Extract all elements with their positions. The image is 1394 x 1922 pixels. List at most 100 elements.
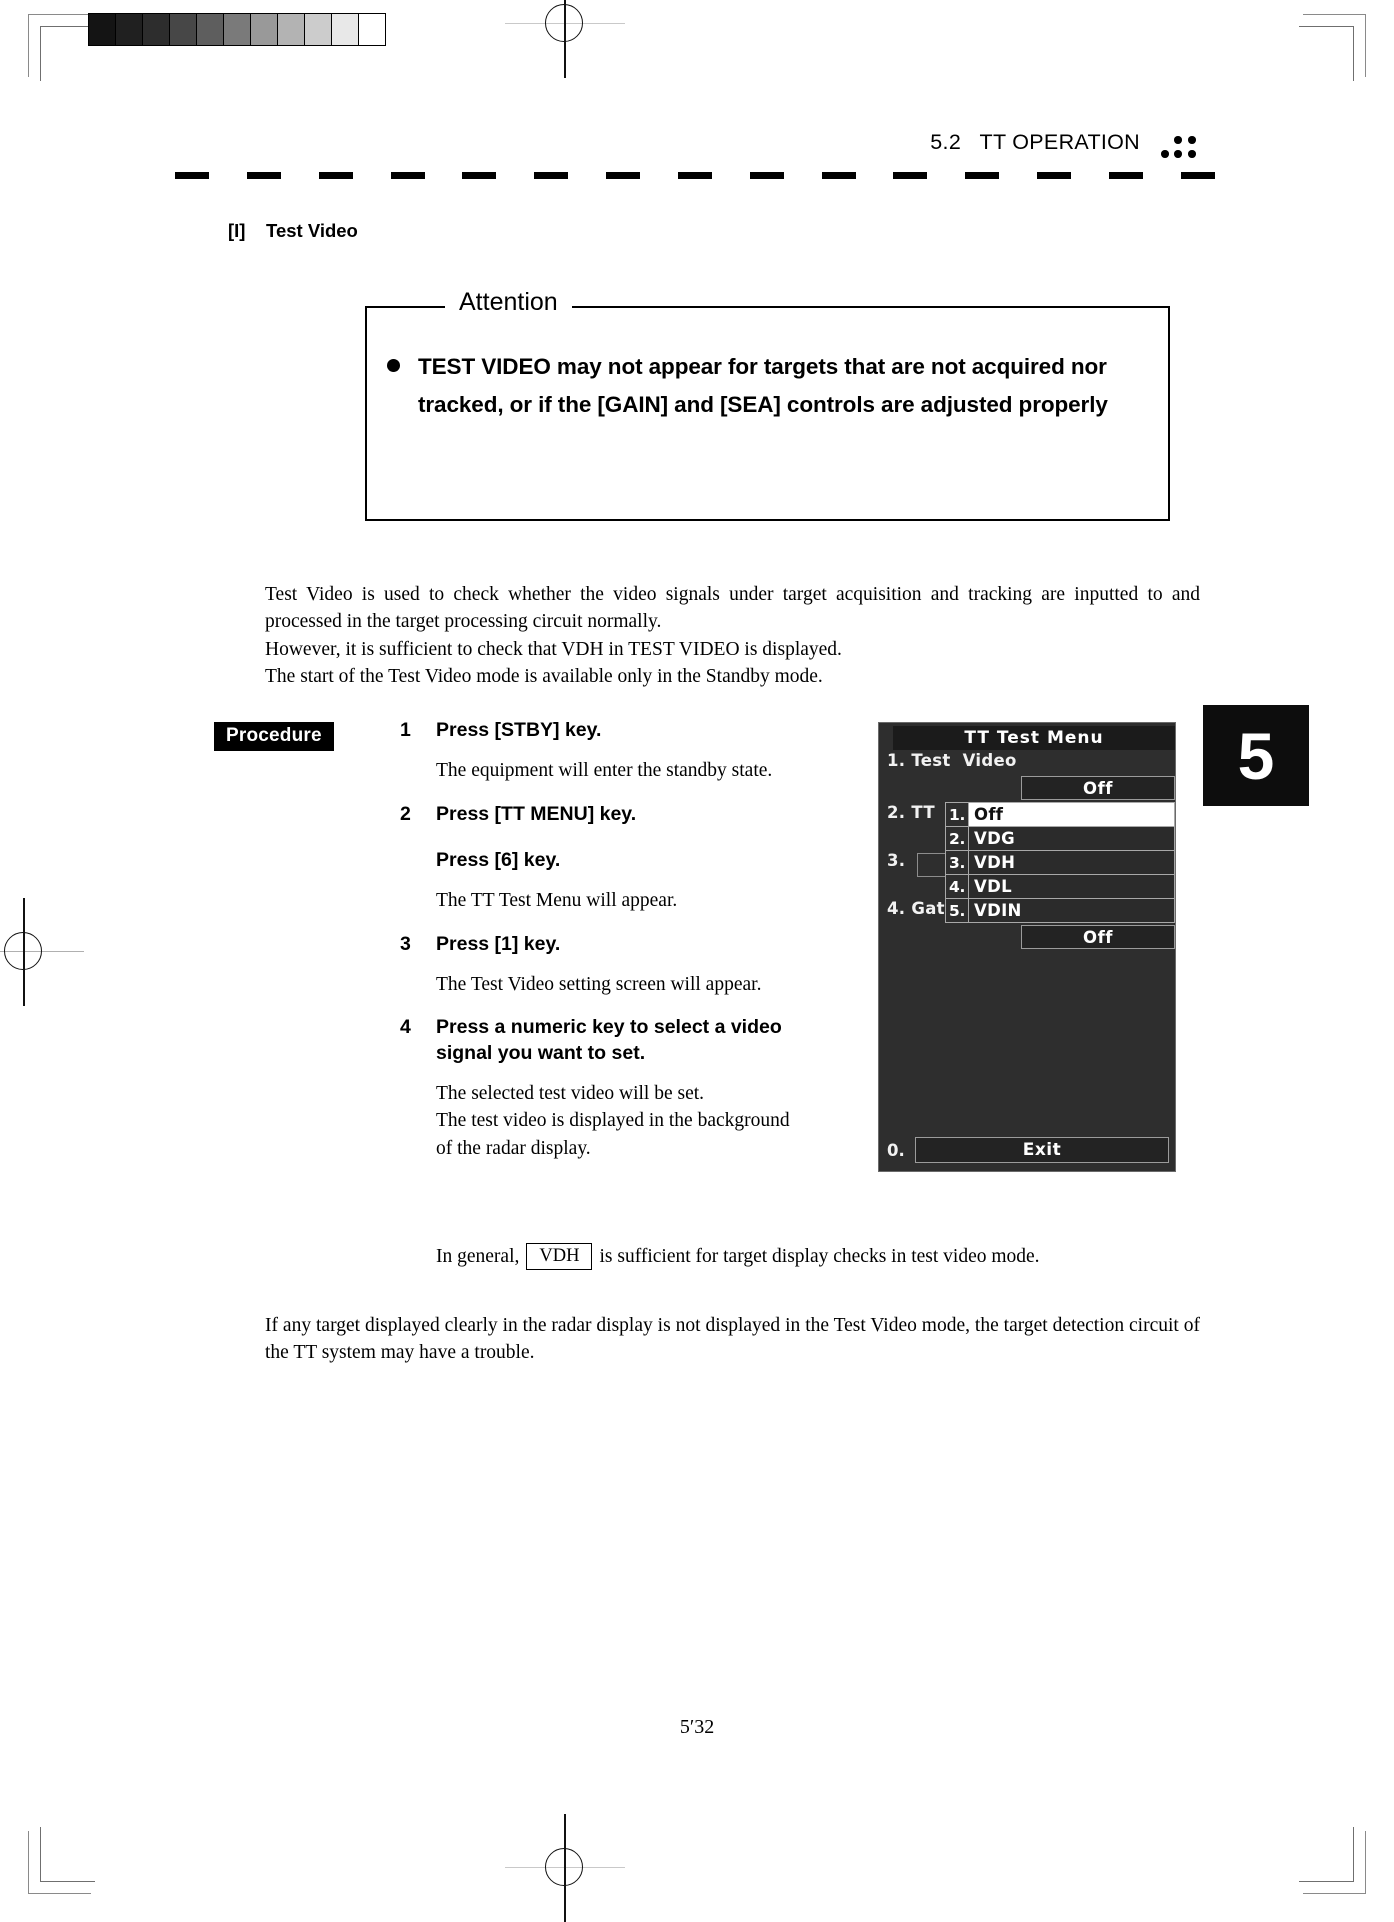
intro-paragraphs: Test Video is used to check whether the … (265, 581, 1200, 691)
registration-mark-bottom (505, 1814, 625, 1922)
procedure-step: 2 Press [TT MENU] key. Press [6] key. The T… (400, 802, 810, 915)
dropdown-item-label: Off (969, 802, 1175, 827)
procedure-step: 4 Press a numeric key to select a video s… (400, 1015, 810, 1162)
greyscale-swatch (358, 14, 385, 45)
header-dash (246, 172, 281, 179)
crop-mark-inner-top-left (40, 26, 95, 81)
greyscale-swatch (250, 14, 277, 45)
page-title: [I] Test Video (228, 220, 358, 241)
chapter-tab: 5 (1203, 705, 1309, 806)
step-description-line: The test video is displayed in the backg… (436, 1110, 790, 1159)
intro-paragraph-2: However, it is sufficient to check that … (265, 638, 842, 660)
step-description-line: The selected test video will be set. (436, 1082, 705, 1104)
dropdown-item[interactable]: 1. Off (945, 802, 1175, 827)
step-number: 4 (400, 1016, 411, 1039)
registration-circle (545, 4, 583, 42)
procedure-step: 1 Press [STBY] key. The equipment will ent… (400, 718, 810, 785)
procedure-step: 3 Press [1] key. The Test Video setting sc… (400, 932, 810, 999)
greyscale-swatch (169, 14, 196, 45)
five-dot-marker-icon (1161, 136, 1201, 166)
header-dash (677, 172, 712, 179)
greyscale-swatch (304, 14, 331, 45)
header-dash (462, 172, 497, 179)
vdh-note-after: is sufficient for target display checks … (599, 1246, 1040, 1267)
intro-paragraph-1: Test Video is used to check whether the … (265, 584, 1200, 633)
dropdown-item-label: VDH (969, 850, 1175, 875)
dropdown-item-index: 4. (945, 874, 969, 899)
running-header: 5.2 TT OPERATION (175, 130, 1215, 182)
menu-titlebar: TT Test Menu (893, 726, 1175, 750)
vdh-note: In general, VDH is sufficient for target d… (436, 1243, 1040, 1271)
step-title: Press [TT MENU] key. (436, 802, 637, 825)
closing-paragraph-block: If any target displayed clearly in the r… (265, 1312, 1200, 1367)
greyscale-swatch (331, 14, 358, 45)
menu-item-3[interactable]: 3. (887, 851, 905, 870)
header-dash (1037, 172, 1072, 179)
page-number: 5′32 (679, 1716, 715, 1738)
menu-value-gate[interactable]: Off (1021, 925, 1175, 949)
registration-circle (4, 932, 42, 970)
crop-mark-inner-bottom-left (40, 1827, 95, 1882)
intro-paragraph-3: The start of the Test Video mode is avai… (265, 666, 823, 688)
header-dash (175, 172, 209, 179)
menu-exit-button[interactable]: Exit (915, 1137, 1169, 1163)
dropdown-item[interactable]: 4. VDL (945, 874, 1175, 899)
step-heading: 4 Press a numeric key to select a video s… (400, 1015, 810, 1066)
menu-item-test-video[interactable]: 1. Test Video (887, 751, 1017, 770)
dropdown-item-index: 3. (945, 850, 969, 875)
dropdown-item[interactable]: 3. VDH (945, 850, 1175, 875)
menu-value-test-video[interactable]: Off (1021, 776, 1175, 800)
step-description: The TT Test Menu will appear. (436, 887, 810, 914)
attention-text: TEST VIDEO may not appear for targets th… (418, 354, 1108, 417)
dropdown-item-label: VDL (969, 874, 1175, 899)
greyscale-swatch (89, 14, 115, 45)
step-number: 3 (400, 932, 411, 955)
dropdown-item[interactable]: 5. VDIN (945, 898, 1175, 923)
menu-exit-index: 0. (887, 1140, 905, 1160)
step-number: 2 (400, 802, 411, 825)
crop-mark-inner-bottom-right (1299, 1827, 1354, 1882)
header-dash (1180, 172, 1215, 179)
dropdown-item-index: 2. (945, 826, 969, 851)
procedure-steps: 1 Press [STBY] key. The equipment will ent… (400, 718, 810, 1179)
vdh-boxed-label: VDH (526, 1243, 593, 1271)
step-description: The equipment will enter the standby sta… (436, 757, 810, 784)
dropdown-item-index: 1. (945, 802, 969, 827)
menu-item-tt[interactable]: 2. TT (887, 803, 935, 822)
registration-mark-top (505, 0, 625, 78)
header-dash (965, 172, 1000, 179)
bullet-icon (387, 359, 400, 372)
header-dash (534, 172, 569, 179)
header-dash (821, 172, 856, 179)
step-title: Press [1] key. (436, 932, 561, 955)
crop-mark-inner-top-right (1299, 26, 1354, 81)
step-heading: 3 Press [1] key. (400, 932, 810, 957)
greyscale-swatch (115, 14, 142, 45)
step-subtitle: Press [6] key. (436, 848, 561, 871)
menu-exit-row[interactable]: 0. Exit (887, 1136, 1169, 1164)
step-description-line: The TT Test Menu will appear. (436, 890, 678, 912)
step-description: The Test Video setting screen will appea… (436, 971, 810, 998)
step-description: The selected test video will be set. The … (436, 1080, 810, 1162)
header-dash (606, 172, 641, 179)
header-dash (749, 172, 784, 179)
menu-item-gate[interactable]: 4. Gat (887, 899, 945, 918)
step-title: Press a numeric key to select a video si… (436, 1016, 782, 1064)
step-heading: 1 Press [STBY] key. (400, 718, 810, 743)
registration-mark-left (0, 898, 84, 1006)
running-header-title: 5.2 TT OPERATION (930, 130, 1140, 154)
attention-body: TEST VIDEO may not appear for targets th… (387, 348, 1152, 424)
dropdown-item-label: VDG (969, 826, 1175, 851)
attention-legend: Attention (445, 288, 572, 317)
dropdown-item[interactable]: 2. VDG (945, 826, 1175, 851)
dropdown-item-index: 5. (945, 898, 969, 923)
test-video-dropdown[interactable]: 1. Off 2. VDG 3. VDH 4. VDL 5. VDIN (945, 802, 1175, 923)
closing-paragraph: If any target displayed clearly in the r… (265, 1315, 1200, 1364)
step-description-line: The Test Video setting screen will appea… (436, 973, 762, 995)
greyscale-swatch (277, 14, 304, 45)
step-number: 1 (400, 719, 411, 741)
greyscale-swatch (196, 14, 223, 45)
registration-circle (545, 1848, 583, 1886)
header-dashed-rule (175, 172, 1215, 179)
greyscale-swatch (142, 14, 169, 45)
